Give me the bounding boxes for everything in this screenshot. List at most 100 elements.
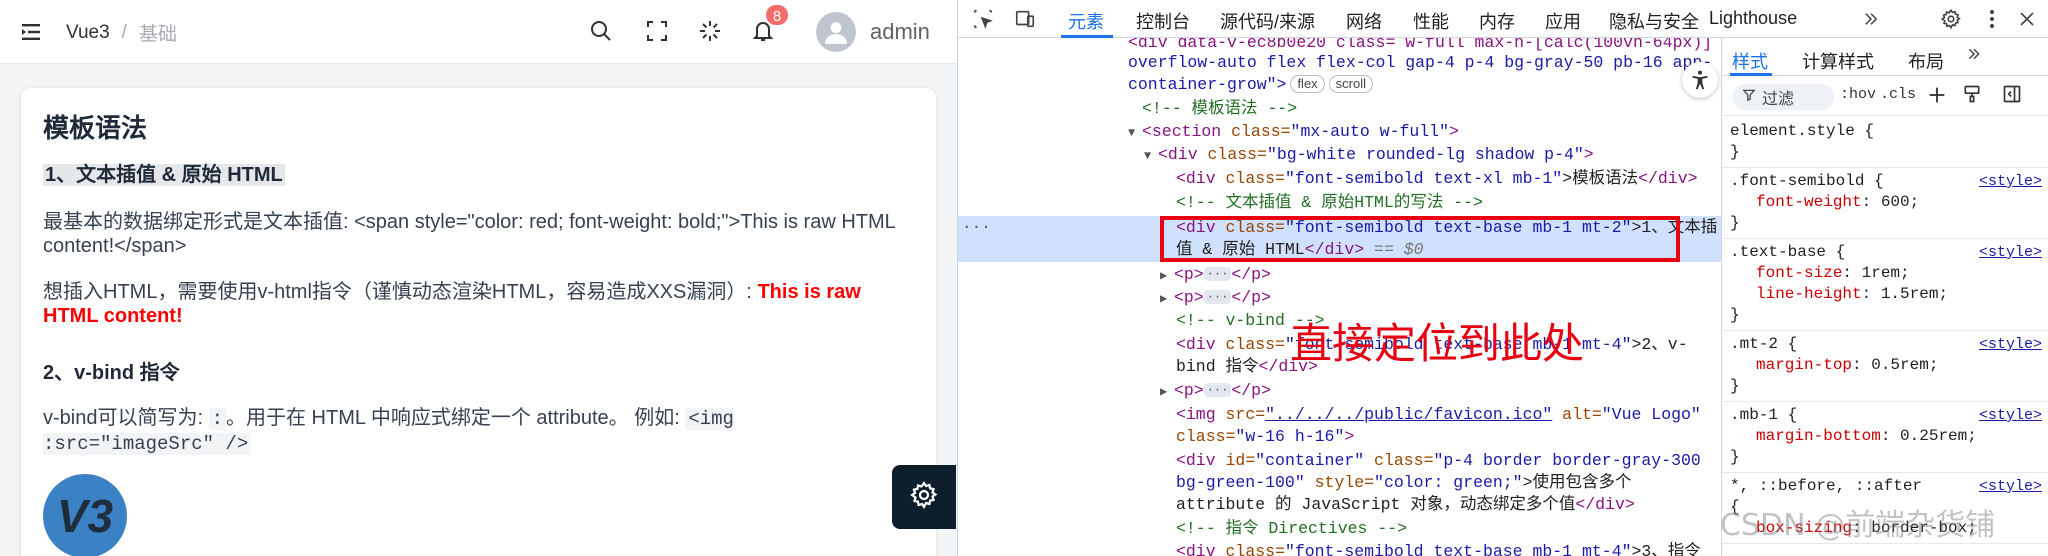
css-property[interactable]: margin-top: 0.5rem; bbox=[1730, 355, 2042, 376]
attr-value: "w-16 h-16" bbox=[1235, 427, 1345, 446]
hover-state-toggle[interactable]: :hov bbox=[1840, 86, 1876, 103]
inspect-element-icon[interactable] bbox=[970, 6, 996, 32]
css-rule-font-semibold[interactable]: .font-semibold { <style> font-weight: 60… bbox=[1722, 168, 2048, 239]
avatar[interactable] bbox=[816, 12, 856, 52]
dom-line-continuation: container-grow"> flex scroll bbox=[1128, 74, 1374, 96]
node-text: >3、指令 bbox=[1631, 542, 1701, 556]
tag-close: </p> bbox=[1231, 288, 1271, 307]
css-source-link[interactable]: <style> bbox=[1979, 405, 2042, 426]
dom-node-p[interactable]: ▶ <p> ··· </p> bbox=[1160, 287, 1271, 310]
collapse-triangle-icon[interactable]: ▼ bbox=[1144, 145, 1158, 167]
toggle-sidebar-icon[interactable] bbox=[2002, 84, 2022, 109]
loading-spinner-icon[interactable] bbox=[695, 16, 725, 46]
tag-open: <div bbox=[1176, 451, 1226, 470]
css-property[interactable]: margin-bottom: 0.25rem; bbox=[1730, 426, 2042, 447]
node-text: >模板语法 bbox=[1562, 169, 1639, 188]
css-prop-value: : 1.5rem; bbox=[1861, 285, 1949, 303]
css-rule-element-style[interactable]: element.style { } bbox=[1722, 118, 2048, 168]
tab-elements[interactable]: 元素 bbox=[1068, 8, 1104, 34]
tab-lighthouse[interactable]: Lighthouse bbox=[1709, 8, 1797, 29]
tab-privacy-security[interactable]: 隐私与安全 bbox=[1609, 8, 1699, 34]
settings-button[interactable] bbox=[892, 465, 956, 529]
dom-comment[interactable]: <!-- 指令 Directives --> bbox=[1176, 518, 1407, 540]
css-source-link[interactable]: <style> bbox=[1979, 171, 2042, 192]
class-toggle[interactable]: .cls bbox=[1880, 86, 1916, 103]
css-prop-name: font-weight bbox=[1756, 193, 1862, 211]
scroll-badge[interactable]: scroll bbox=[1328, 75, 1374, 93]
expand-triangle-icon[interactable]: ▶ bbox=[1160, 288, 1174, 310]
dom-node-div-container[interactable]: <div id="container" class="p-4 border bo… bbox=[1176, 450, 1701, 472]
close-icon[interactable] bbox=[2014, 6, 2040, 32]
tab-console[interactable]: 控制台 bbox=[1136, 8, 1190, 34]
gear-icon bbox=[909, 480, 939, 515]
css-rule-mt-2[interactable]: .mt-2 { <style> margin-top: 0.5rem; } bbox=[1722, 331, 2048, 402]
dom-node-div-title[interactable]: <div class="font-semibold text-xl mb-1">… bbox=[1176, 168, 1698, 190]
css-source-link[interactable]: <style> bbox=[1979, 476, 2042, 497]
css-prop-name: margin-top bbox=[1756, 356, 1853, 374]
kebab-menu-icon[interactable] bbox=[1979, 6, 2005, 32]
dom-comment[interactable]: <!-- 文本插值 & 原始HTML的写法 --> bbox=[1176, 192, 1483, 214]
css-prop-value: : 0.25rem; bbox=[1880, 427, 1977, 445]
accessibility-icon[interactable] bbox=[1682, 62, 1718, 98]
tab-styles[interactable]: 样式 bbox=[1732, 48, 1768, 74]
css-source-link[interactable]: <style> bbox=[1979, 334, 2042, 355]
settings-gear-icon[interactable] bbox=[1938, 6, 1964, 32]
attr-name: alt= bbox=[1552, 405, 1602, 424]
breadcrumb-root[interactable]: Vue3 bbox=[66, 22, 110, 44]
tab-sources[interactable]: 源代码/来源 bbox=[1220, 8, 1315, 34]
css-rule-mb-1[interactable]: .mb-1 { <style> margin-bottom: 0.25rem; … bbox=[1722, 402, 2048, 473]
css-property[interactable]: line-height: 1.5rem; bbox=[1730, 284, 2042, 305]
tab-layout[interactable]: 布局 bbox=[1908, 48, 1944, 74]
v-bind-prefix: v-bind可以简写为: bbox=[43, 407, 209, 429]
attr-name: class= bbox=[1207, 145, 1267, 164]
css-property[interactable]: font-size: 1rem; bbox=[1730, 263, 2042, 284]
more-panels-chevron-icon[interactable] bbox=[1966, 46, 1982, 67]
collapsed-dots[interactable]: ··· bbox=[1203, 267, 1232, 281]
collapse-triangle-icon[interactable]: ▼ bbox=[1128, 122, 1142, 144]
menu-fold-icon[interactable] bbox=[20, 20, 44, 44]
css-property[interactable]: font-weight: 600; bbox=[1730, 192, 2042, 213]
node-text: bind 指令 bbox=[1176, 357, 1259, 376]
dom-comment[interactable]: <!-- 模板语法 --> bbox=[1142, 98, 1297, 120]
search-icon[interactable] bbox=[586, 16, 616, 46]
elements-tree[interactable]: <div data-v-ec8b0e20 class= w-full max-h… bbox=[958, 38, 1721, 556]
row-actions-ellipsis[interactable]: ··· bbox=[962, 218, 991, 236]
card-title: 模板语法 bbox=[43, 113, 148, 143]
section-title-1: 1、文本插值 & 原始 HTML bbox=[43, 164, 285, 186]
paragraph-v-bind: v-bind可以简写为: : 。用于在 HTML 中响应式绑定一个 attribu… bbox=[43, 406, 913, 456]
expand-triangle-icon[interactable]: ▶ bbox=[1160, 265, 1174, 287]
collapsed-dots[interactable]: ··· bbox=[1203, 290, 1232, 304]
dom-node-div-directives[interactable]: <div class="font-semibold text-base mb-1… bbox=[1176, 541, 1701, 556]
dom-node-img[interactable]: <img src="../../../public/favicon.ico" a… bbox=[1176, 404, 1701, 426]
css-source-link[interactable]: <style> bbox=[1979, 242, 2042, 263]
attr-link[interactable]: "../../../public/favicon.ico" bbox=[1265, 405, 1552, 424]
tab-application[interactable]: 应用 bbox=[1545, 8, 1581, 34]
flex-badge[interactable]: flex bbox=[1290, 75, 1325, 93]
username[interactable]: admin bbox=[870, 19, 930, 45]
paragraph-interpolation: 最基本的数据绑定形式是文本插值: <span style="color: red… bbox=[43, 211, 896, 257]
tab-performance[interactable]: 性能 bbox=[1413, 8, 1449, 34]
device-toolbar-icon[interactable] bbox=[1012, 6, 1038, 32]
tag-open: <div bbox=[1158, 145, 1208, 164]
tag-open: <div bbox=[1176, 169, 1226, 188]
csdn-watermark: CSDN @前端杂货铺 bbox=[1720, 508, 1996, 543]
dom-node-p[interactable]: ▶ <p> ··· </p> bbox=[1160, 380, 1271, 403]
add-rule-plus-icon[interactable] bbox=[1926, 84, 1948, 111]
paint-brush-icon[interactable] bbox=[1962, 84, 1982, 109]
tag-open: <section bbox=[1142, 122, 1232, 141]
dom-node-div-card[interactable]: ▼ <div class="bg-white rounded-lg shadow … bbox=[1144, 144, 1594, 167]
styles-filter-input[interactable]: 过滤 bbox=[1732, 84, 1834, 110]
dom-node-section[interactable]: ▼ <section class="mx-auto w-full"> bbox=[1128, 121, 1459, 144]
expand-triangle-icon[interactable]: ▶ bbox=[1160, 381, 1174, 403]
attr-name: src= bbox=[1225, 405, 1266, 424]
fullscreen-icon[interactable] bbox=[642, 16, 672, 46]
tab-network[interactable]: 网络 bbox=[1346, 8, 1382, 34]
collapsed-dots[interactable]: ··· bbox=[1203, 383, 1232, 397]
tab-memory[interactable]: 内存 bbox=[1479, 8, 1515, 34]
css-rule-text-base[interactable]: .text-base { <style> font-size: 1rem; li… bbox=[1722, 239, 2048, 331]
dom-node-p[interactable]: ▶ <p> ··· </p> bbox=[1160, 264, 1271, 287]
tab-computed[interactable]: 计算样式 bbox=[1802, 48, 1874, 74]
attr-name: id= bbox=[1225, 451, 1256, 470]
more-tabs-chevron-icon[interactable] bbox=[1858, 6, 1884, 32]
dom-line-continuation: attribute 的 JavaScript 对象，动态绑定多个值</div> bbox=[1176, 494, 1635, 516]
